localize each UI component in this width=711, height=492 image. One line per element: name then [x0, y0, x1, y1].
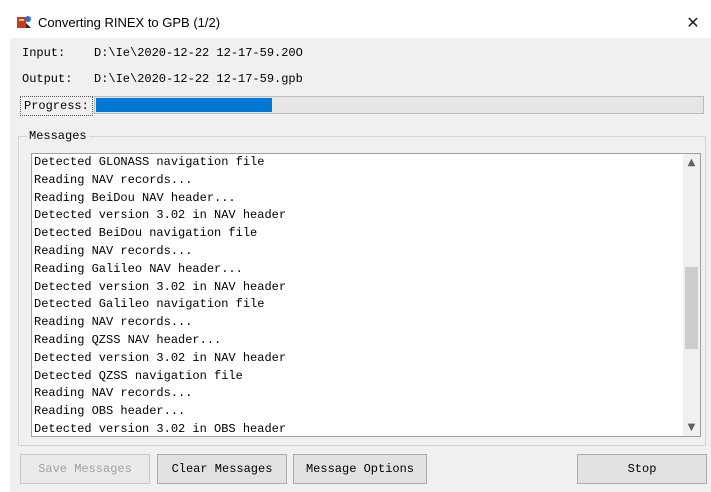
- window-title: Converting RINEX to GPB (1/2): [38, 14, 221, 30]
- progress-fill: [96, 98, 272, 112]
- scroll-up-icon[interactable]: ▲: [683, 154, 700, 171]
- title-bar: Converting RINEX to GPB (1/2) ✕: [10, 6, 711, 38]
- message-line: Detected GLONASS navigation file: [34, 155, 265, 169]
- converter-dialog: Converting RINEX to GPB (1/2) ✕ Input: D:…: [10, 6, 711, 492]
- save-messages-button[interactable]: Save Messages: [20, 454, 150, 484]
- message-line: Reading NAV records...: [34, 243, 193, 258]
- progress-label: Progress:: [20, 96, 93, 116]
- input-row: Input: D:\Ie\2020-12-22 12-17-59.20O: [22, 46, 303, 60]
- output-row: Output: D:\Ie\2020-12-22 12-17-59.gpb: [22, 72, 303, 86]
- messages-list: Detected GLONASS navigation file Reading …: [34, 154, 674, 436]
- scroll-thumb[interactable]: [685, 267, 698, 349]
- output-label: Output:: [22, 72, 73, 86]
- messages-scrollbar[interactable]: ▲ ▼: [683, 154, 700, 436]
- close-button[interactable]: ✕: [675, 6, 711, 38]
- close-icon: ✕: [686, 12, 700, 32]
- message-line: Reading NAV records...: [34, 386, 193, 401]
- message-line: Reading QZSS NAV header...: [34, 332, 222, 347]
- message-line: Detected version 3.02 in OBS header: [34, 421, 287, 436]
- stop-button[interactable]: Stop: [577, 454, 707, 484]
- message-line: Reading OBS header...: [34, 404, 186, 419]
- message-line: Detected Galileo navigation file: [34, 297, 265, 312]
- rinex-converter-icon: [16, 14, 32, 30]
- message-line: Reading NAV records...: [34, 172, 193, 187]
- message-line: Detected QZSS navigation file: [34, 368, 243, 383]
- clear-messages-button[interactable]: Clear Messages: [157, 454, 287, 484]
- input-label: Input:: [22, 46, 66, 60]
- message-line: Detected BeiDou navigation file: [34, 226, 258, 241]
- progress-row: Progress:: [20, 96, 706, 116]
- messages-log[interactable]: Detected GLONASS navigation file Reading …: [31, 153, 701, 437]
- output-path: D:\Ie\2020-12-22 12-17-59.gpb: [94, 72, 303, 86]
- message-options-button[interactable]: Message Options: [293, 454, 427, 484]
- messages-group: Messages Detected GLONASS navigation fil…: [18, 129, 706, 446]
- message-line: Reading NAV records...: [34, 315, 193, 330]
- message-line: Reading Galileo NAV header...: [34, 261, 243, 276]
- message-line: Detected version 3.02 in NAV header: [34, 350, 287, 365]
- scroll-down-icon[interactable]: ▼: [683, 419, 700, 436]
- message-line: Reading BeiDou NAV header...: [34, 190, 236, 205]
- message-line: Detected version 3.02 in NAV header: [34, 279, 287, 294]
- message-line: Detected version 3.02 in NAV header: [34, 208, 287, 223]
- progress-bar: [94, 96, 704, 114]
- input-path: D:\Ie\2020-12-22 12-17-59.20O: [94, 46, 303, 60]
- messages-group-label: Messages: [27, 129, 89, 143]
